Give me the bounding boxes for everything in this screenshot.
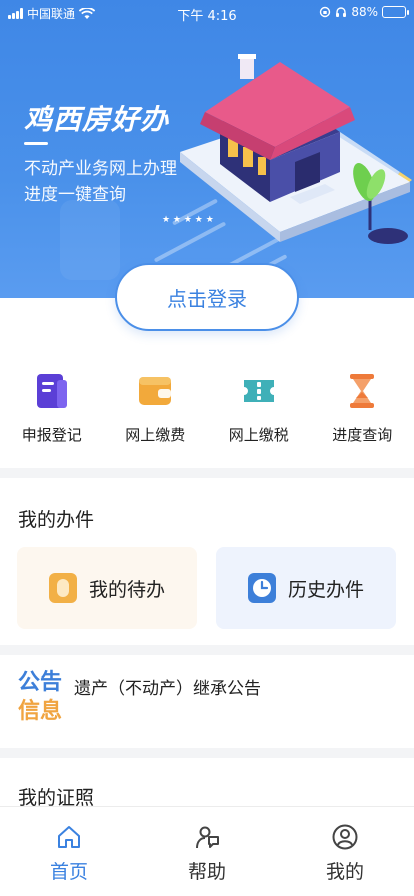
home-icon [58, 826, 80, 848]
document-icon [33, 372, 71, 410]
service-label: 网上缴费 [125, 426, 186, 444]
notice-tag-line2: 信息 [18, 699, 63, 724]
tab-label: 首页 [49, 861, 88, 883]
service-label: 申报登记 [21, 426, 82, 444]
headphones-icon [336, 7, 347, 17]
service-label: 进度查询 [332, 426, 393, 444]
notice-item[interactable]: 遗产（不动产）继承公告 [74, 674, 261, 699]
orientation-lock-icon [320, 6, 331, 18]
section-divider [0, 468, 414, 478]
login-button[interactable]: 点击登录 [115, 263, 299, 331]
profile-icon [332, 824, 358, 850]
service-online-payment[interactable]: 网上缴费 [104, 360, 208, 460]
ticket-icon [240, 372, 278, 410]
tab-home[interactable]: 首页 [0, 807, 138, 896]
tab-profile[interactable]: 我的 [276, 807, 414, 896]
service-grid: 申报登记 网上缴费 网上缴税 进度查询 [0, 360, 414, 460]
service-progress-query[interactable]: 进度查询 [311, 360, 414, 460]
my-todo-card[interactable]: 我的待办 [17, 547, 197, 629]
status-bar: 中国联通 下午 4:16 88% [0, 0, 414, 28]
todo-label: 我的待办 [88, 578, 165, 601]
tab-label: 帮助 [187, 861, 226, 883]
house-illustration: ★ ★ ★ ★ ★ [162, 54, 412, 244]
service-online-tax[interactable]: 网上缴税 [207, 360, 311, 460]
hero-banner: 中国联通 下午 4:16 88% 鸡西房好办 不动产业务网上办理 进度一键查询 … [0, 0, 414, 298]
hero-title: 鸡西房好办 [24, 103, 170, 136]
battery-percent: 88% [351, 5, 378, 19]
my-cases-title: 我的办件 [18, 509, 95, 531]
history-label: 历史办件 [287, 578, 364, 601]
notice-tag-line1: 公告 [18, 670, 63, 695]
decor-shape [60, 200, 120, 280]
svg-text:★ ★ ★ ★ ★: ★ ★ ★ ★ ★ [162, 215, 214, 225]
history-cases-card[interactable]: 历史办件 [216, 547, 396, 629]
tab-bar: 首页 帮助 我的 [0, 806, 414, 896]
tab-label: 我的 [325, 861, 364, 883]
section-divider [0, 748, 414, 758]
status-right: 88% [319, 5, 409, 19]
help-icon [196, 826, 219, 849]
notice-tag: 公告 信息 [18, 668, 64, 726]
todo-icon [48, 573, 77, 603]
hero-title-underline [24, 142, 48, 145]
hourglass-icon [343, 372, 381, 410]
section-divider [0, 645, 414, 655]
service-label: 网上缴税 [228, 426, 289, 444]
clock-icon [247, 573, 276, 603]
service-declare-register[interactable]: 申报登记 [0, 360, 104, 460]
battery-icon [382, 6, 409, 18]
hero-subtitle-line1: 不动产业务网上办理 [24, 159, 177, 179]
wallet-icon [136, 372, 174, 410]
tab-help[interactable]: 帮助 [138, 807, 276, 896]
